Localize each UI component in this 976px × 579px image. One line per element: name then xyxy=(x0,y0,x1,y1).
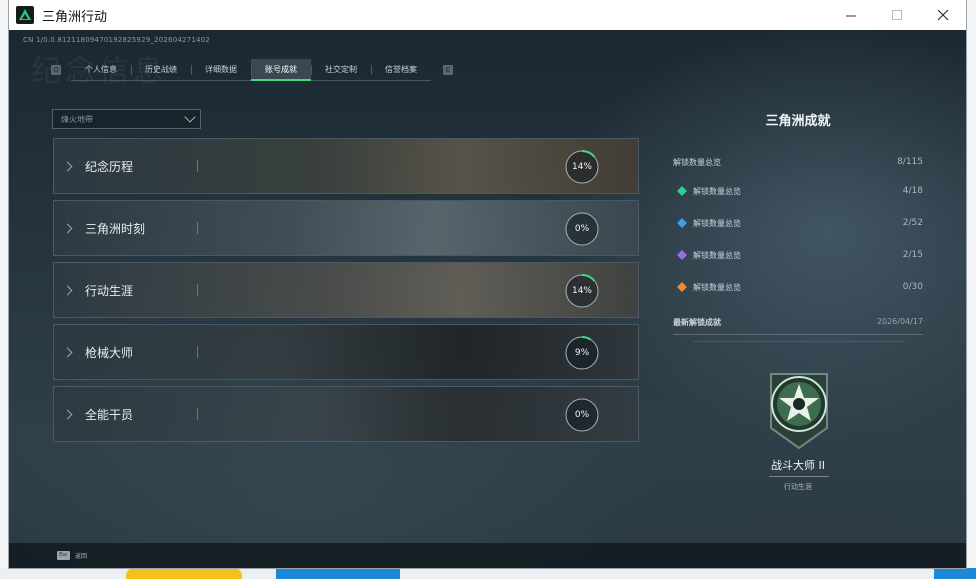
app-window: 三角洲行动 纪念信息 CN 1/0.0.8121180947019282592​… xyxy=(9,0,966,568)
footer-bar: Esc 返回 xyxy=(9,543,966,568)
achievement-category-row[interactable]: 全能干员 0% xyxy=(53,386,639,442)
category-label: 枪械大师 xyxy=(85,345,134,360)
app-logo-icon xyxy=(16,6,34,24)
achievement-badge-icon[interactable] xyxy=(765,370,833,452)
tab-item[interactable]: 账号成就 xyxy=(251,59,311,81)
tier-unlock-value: 2/52 xyxy=(902,218,923,228)
tab-item[interactable]: 详细数据 xyxy=(191,59,251,81)
tab-item[interactable]: 社交定制 xyxy=(311,59,371,81)
category-label: 行动生涯 xyxy=(85,283,134,298)
tier-unlock-row: 解锁数量总览 2/15 xyxy=(673,239,923,271)
divider xyxy=(693,341,903,342)
title-bar[interactable]: 三角洲行动 xyxy=(9,0,966,30)
maximize-icon xyxy=(891,9,902,20)
tier-rows: 解锁数量总览 4/18 解锁数量总览 2/52 解锁数量总览 2/15 解锁数量总览 0/30 xyxy=(673,175,923,303)
window-controls xyxy=(828,0,966,30)
tier-unlock-row: 解锁数量总览 4/18 xyxy=(673,175,923,207)
tab-item[interactable]: 个人信息 xyxy=(71,59,131,81)
tier-unlock-row: 解锁数量总览 0/30 xyxy=(673,271,923,303)
minimize-button[interactable] xyxy=(828,0,874,30)
category-separator xyxy=(197,222,198,234)
category-percent: 14% xyxy=(571,162,592,172)
desktop-background-left xyxy=(0,0,9,579)
category-percent: 14% xyxy=(571,286,592,296)
achievement-category-row[interactable]: 三角洲时刻 0% xyxy=(53,200,639,256)
total-unlock-row: 解锁数量总览 8/115 xyxy=(673,149,923,175)
tier-unlock-value: 4/18 xyxy=(902,186,923,196)
purple-rank-icon xyxy=(677,250,687,260)
tab-bar: Q 个人信息 历史战绩 详细数据 账号成就 社交定制 信誉档案 E xyxy=(51,59,453,81)
latest-unlock-label: 最新解锁成就 xyxy=(673,318,721,327)
chevron-down-icon xyxy=(184,111,196,123)
main-content: 纪念信息 CN 1/0.0.8121180947019282592​9_2026… xyxy=(9,30,966,568)
latest-unlock-header: 最新解锁成就 2026/04/17 xyxy=(673,317,923,335)
badge-divider xyxy=(769,476,829,477)
category-percent: 0% xyxy=(574,410,590,420)
category-percent: 0% xyxy=(574,224,590,234)
category-separator xyxy=(197,408,198,420)
desktop-background-right xyxy=(966,0,976,568)
blue-rank-icon xyxy=(677,218,687,228)
close-icon xyxy=(937,9,949,21)
mode-filter-dropdown[interactable]: 烽火地带 xyxy=(52,109,201,129)
category-label: 三角洲时刻 xyxy=(85,221,146,236)
desktop-blue-button-right xyxy=(934,568,976,579)
achievement-summary-panel: 三角洲成就 解锁数量总览 8/115 解锁数量总览 4/18 解锁数量总览 2/52 解… xyxy=(673,110,923,342)
achievement-category-row[interactable]: 枪械大师 9% xyxy=(53,324,639,380)
panel-title: 三角洲成就 xyxy=(765,114,831,129)
build-id: CN 1/0.0.8121180947019282592​9_202604271… xyxy=(23,36,210,44)
tabs: 个人信息 历史战绩 详细数据 账号成就 社交定制 信誉档案 xyxy=(71,59,431,81)
tier-unlock-label: 解锁数量总览 xyxy=(693,282,741,292)
minimize-icon xyxy=(845,15,856,16)
green-rank-icon xyxy=(677,186,687,196)
badge-name: 战斗大师 II xyxy=(771,459,825,472)
tab-item[interactable]: 信誉档案 xyxy=(371,59,431,81)
tier-unlock-label: 解锁数量总览 xyxy=(693,218,741,228)
tier-unlock-label: 解锁数量总览 xyxy=(693,250,741,260)
tier-unlock-label: 解锁数量总览 xyxy=(693,186,741,196)
category-separator xyxy=(197,346,198,358)
tab-prev-button[interactable]: Q xyxy=(51,65,61,75)
maximize-button[interactable] xyxy=(874,0,920,30)
tier-diamond xyxy=(677,282,687,292)
desktop-yellow-button xyxy=(126,568,242,579)
latest-unlock-date: 2026/04/17 xyxy=(876,317,923,326)
tier-unlock-row: 解锁数量总览 2/52 xyxy=(673,207,923,239)
tab-next-button[interactable]: E xyxy=(443,65,453,75)
total-unlock-value: 8/115 xyxy=(897,157,923,167)
filter-value: 烽火地带 xyxy=(61,114,93,124)
tier-diamond xyxy=(677,186,687,196)
category-separator xyxy=(197,284,198,296)
window-title: 三角洲行动 xyxy=(42,9,108,25)
total-unlock-label: 解锁数量总览 xyxy=(673,157,721,167)
category-label: 全能干员 xyxy=(85,407,134,422)
category-separator xyxy=(197,160,198,172)
achievement-category-row[interactable]: 纪念历程 14% xyxy=(53,138,639,194)
tier-unlock-value: 0/30 xyxy=(902,282,923,292)
esc-key-hint[interactable]: Esc xyxy=(57,551,70,560)
tab-item[interactable]: 历史战绩 xyxy=(131,59,191,81)
category-label: 纪念历程 xyxy=(85,159,134,174)
back-label: 返回 xyxy=(75,553,88,560)
achievement-category-list: 纪念历程 14% 三角洲时刻 0% 行动生涯 14% 枪械大师 9% 全能干员 0% xyxy=(53,138,639,448)
close-button[interactable] xyxy=(920,0,966,30)
tier-unlock-value: 2/15 xyxy=(902,250,923,260)
category-percent: 9% xyxy=(574,348,590,358)
orange-rank-icon xyxy=(677,282,687,292)
tier-diamond xyxy=(677,218,687,228)
achievement-category-row[interactable]: 行动生涯 14% xyxy=(53,262,639,318)
desktop-blue-button xyxy=(276,568,400,579)
tier-diamond xyxy=(677,250,687,260)
badge-category: 行动生涯 xyxy=(784,483,812,491)
